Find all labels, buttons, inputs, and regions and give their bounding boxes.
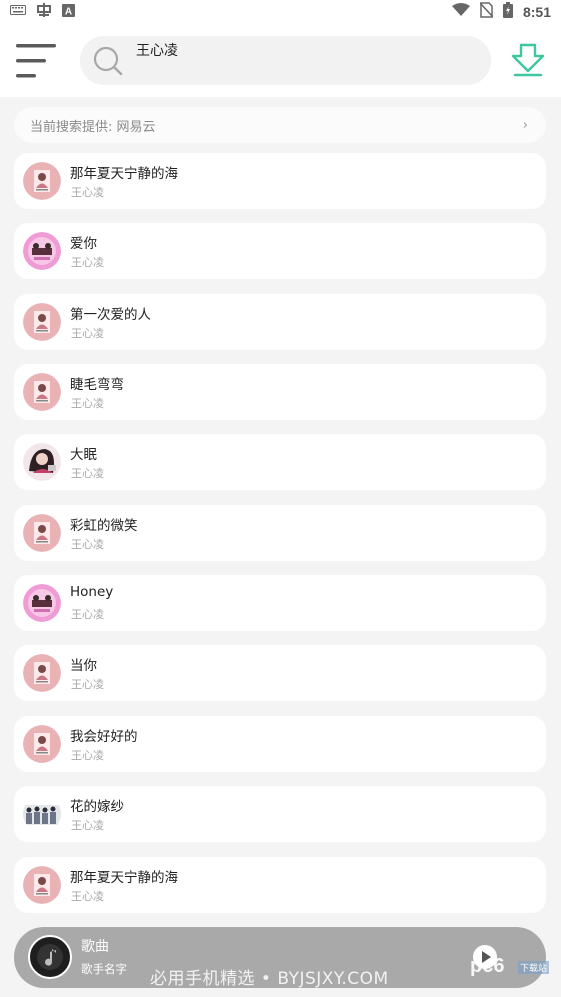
search-input-value: 王心凌 bbox=[136, 43, 178, 59]
song-title: 花的嫁纱 bbox=[70, 799, 124, 815]
menu-button[interactable] bbox=[16, 42, 60, 80]
album-cover-image bbox=[23, 373, 61, 411]
song-item[interactable]: 那年夏天宁静的海 王心凌 bbox=[14, 857, 546, 913]
song-item[interactable]: 大眠 王心凌 bbox=[14, 434, 546, 490]
status-left-icons: A bbox=[10, 2, 75, 22]
song-item[interactable]: 花的嫁纱 王心凌 bbox=[14, 786, 546, 842]
song-item[interactable]: Honey 王心凌 bbox=[14, 575, 546, 631]
album-cover bbox=[23, 373, 61, 411]
status-bar: A 8:51 bbox=[0, 0, 561, 24]
song-title: 睫毛弯弯 bbox=[70, 377, 124, 393]
player-artist-name: 歌手名字 bbox=[81, 962, 127, 976]
status-right-icons: 8:51 bbox=[451, 2, 551, 22]
search-icon bbox=[93, 46, 123, 76]
song-artist: 王心凌 bbox=[71, 890, 104, 903]
album-cover-image bbox=[23, 654, 61, 692]
search-provider-selector[interactable]: 当前搜索提供: 网易云 › bbox=[14, 107, 546, 143]
song-artist: 王心凌 bbox=[71, 186, 104, 199]
status-time: 8:51 bbox=[522, 4, 551, 20]
album-cover-image bbox=[23, 584, 61, 622]
album-cover-image bbox=[23, 725, 61, 763]
song-artist: 王心凌 bbox=[71, 467, 104, 480]
song-artist: 王心凌 bbox=[71, 256, 104, 269]
album-cover bbox=[23, 795, 61, 833]
watermark-logo-sub: 下载站 bbox=[518, 961, 550, 974]
search-provider-label: 当前搜索提供: 网易云 bbox=[30, 119, 156, 135]
song-item[interactable]: 第一次爱的人 王心凌 bbox=[14, 294, 546, 350]
battery-charging-icon bbox=[502, 2, 513, 22]
watermark-logo: pc6 bbox=[470, 955, 505, 977]
song-item[interactable]: 彩虹的微笑 王心凌 bbox=[14, 505, 546, 561]
svg-text:A: A bbox=[65, 6, 72, 17]
song-artist: 王心凌 bbox=[71, 749, 104, 762]
song-artist: 王心凌 bbox=[71, 327, 104, 340]
song-artist: 王心凌 bbox=[71, 819, 104, 832]
no-sim-icon bbox=[479, 2, 494, 22]
album-cover bbox=[23, 443, 61, 481]
download-arrow-icon bbox=[511, 43, 545, 77]
app-icon bbox=[36, 2, 52, 22]
album-cover-image bbox=[23, 866, 61, 904]
song-title: 大眠 bbox=[70, 447, 97, 463]
song-artist: 王心凌 bbox=[71, 538, 104, 551]
album-cover-image bbox=[23, 443, 61, 481]
album-cover bbox=[23, 303, 61, 341]
song-artist: 王心凌 bbox=[71, 608, 104, 621]
chevron-right-icon: › bbox=[522, 117, 528, 133]
song-title: 第一次爱的人 bbox=[70, 307, 151, 323]
a-badge-icon: A bbox=[62, 3, 75, 21]
search-input[interactable]: 王心凌 bbox=[80, 36, 491, 85]
menu-icon bbox=[16, 44, 56, 78]
wifi-icon bbox=[451, 3, 470, 21]
song-title: 爱你 bbox=[70, 236, 97, 252]
song-title: 彩虹的微笑 bbox=[70, 518, 138, 534]
song-item[interactable]: 我会好好的 王心凌 bbox=[14, 716, 546, 772]
watermark-text: 必用手机精选 • BYJSJXY.COM bbox=[150, 969, 389, 989]
album-cover-image bbox=[23, 232, 61, 270]
song-item[interactable]: 那年夏天宁静的海 王心凌 bbox=[14, 153, 546, 209]
album-cover bbox=[23, 866, 61, 904]
album-cover bbox=[23, 725, 61, 763]
song-item[interactable]: 当你 王心凌 bbox=[14, 645, 546, 701]
download-button[interactable] bbox=[510, 42, 546, 78]
album-cover-image bbox=[23, 303, 61, 341]
player-song-title: 歌曲 bbox=[81, 939, 109, 955]
album-cover bbox=[23, 232, 61, 270]
song-title: 那年夏天宁静的海 bbox=[70, 166, 178, 182]
song-title: 我会好好的 bbox=[70, 729, 138, 745]
album-cover-image bbox=[23, 514, 61, 552]
app-header: 王心凌 bbox=[0, 24, 561, 97]
keyboard-icon bbox=[10, 4, 26, 20]
song-title: 当你 bbox=[70, 658, 97, 674]
album-cover-image bbox=[23, 162, 61, 200]
album-cover bbox=[23, 584, 61, 622]
song-artist: 王心凌 bbox=[71, 678, 104, 691]
album-cover bbox=[23, 162, 61, 200]
song-title: 那年夏天宁静的海 bbox=[70, 870, 178, 886]
album-cover bbox=[23, 654, 61, 692]
song-item[interactable]: 睫毛弯弯 王心凌 bbox=[14, 364, 546, 420]
song-title: Honey bbox=[70, 584, 114, 600]
song-item[interactable]: 爱你 王心凌 bbox=[14, 223, 546, 279]
album-cover-image bbox=[23, 795, 61, 833]
album-cover bbox=[23, 514, 61, 552]
song-artist: 王心凌 bbox=[71, 397, 104, 410]
vinyl-disc-icon bbox=[28, 935, 72, 979]
